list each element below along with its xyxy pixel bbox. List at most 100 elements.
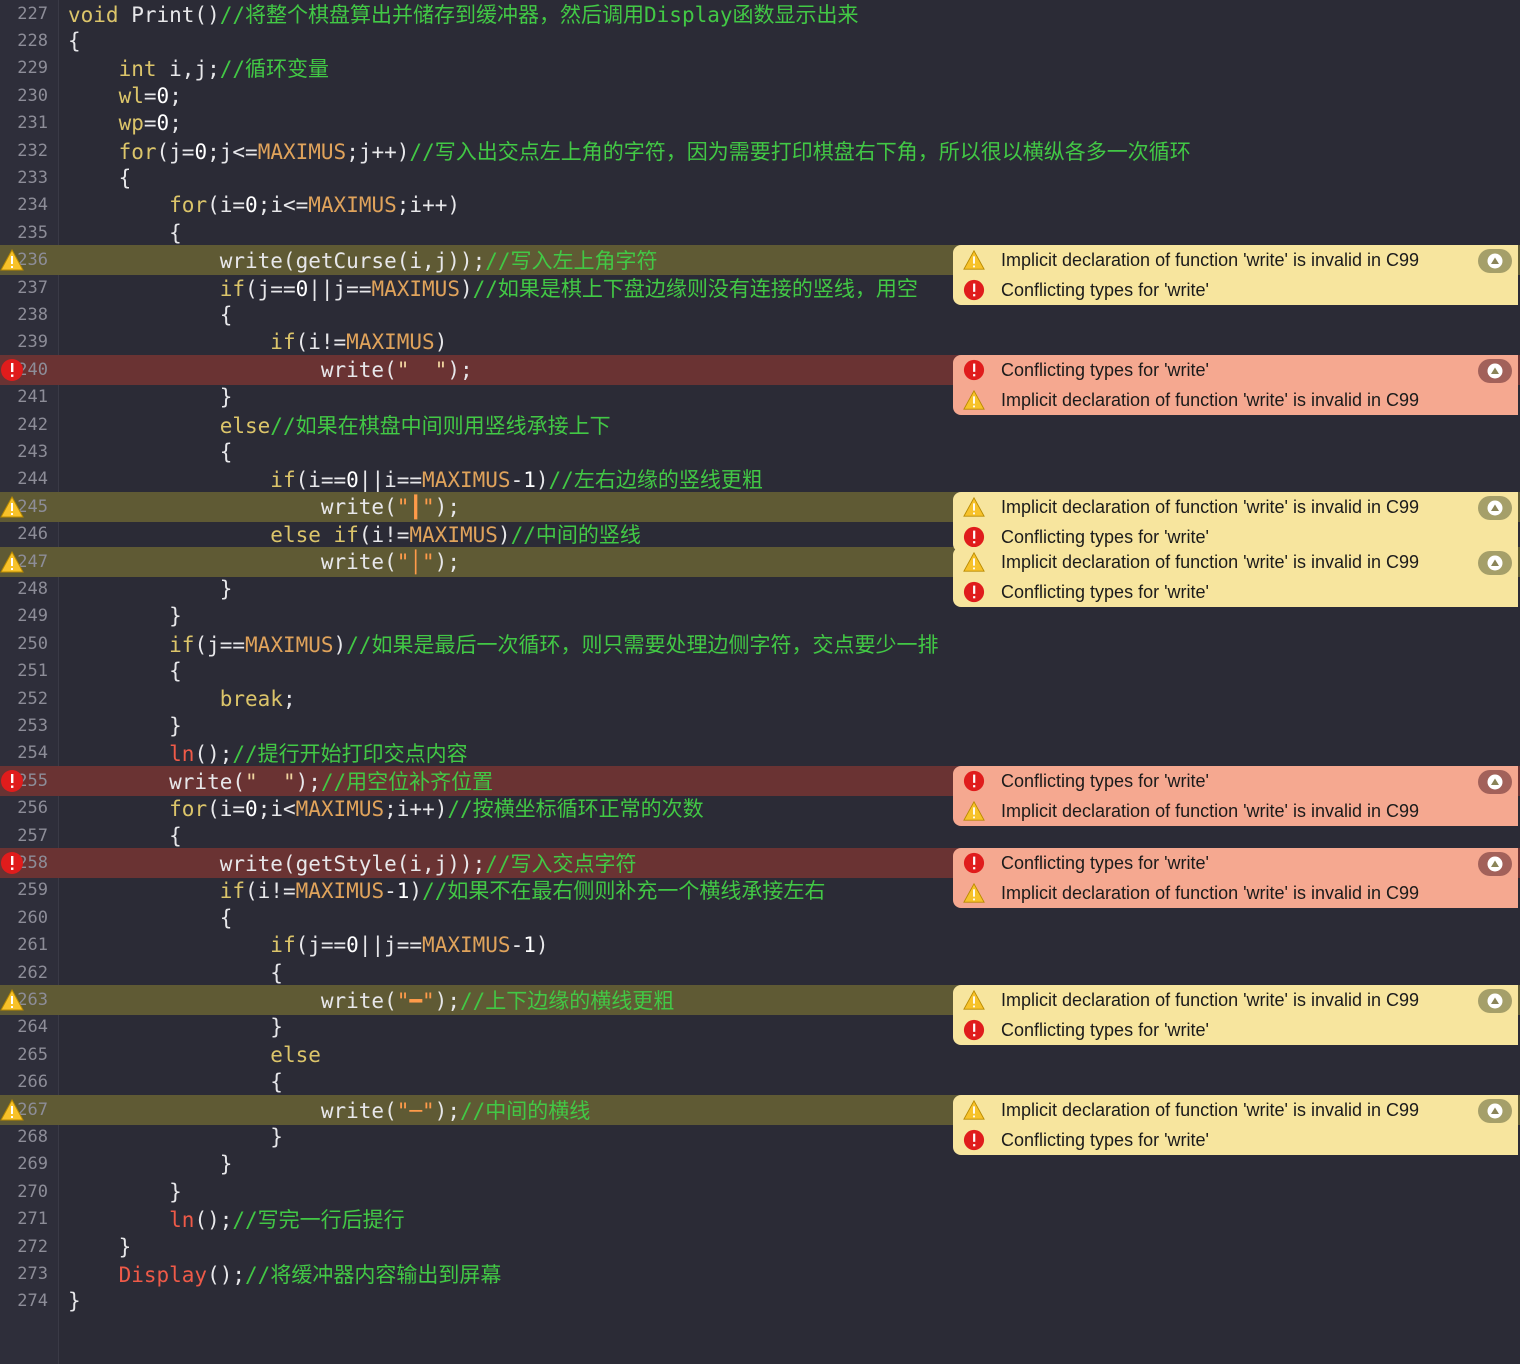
code-line[interactable]: 252 break; — [0, 685, 1520, 712]
issue-message-text: Conflicting types for 'write' — [1001, 1129, 1209, 1150]
error-message[interactable]: Conflicting types for 'write' — [963, 1125, 1209, 1155]
code-line[interactable]: 262 { — [0, 959, 1520, 986]
warning-message[interactable]: Implicit declaration of function 'write'… — [963, 796, 1419, 826]
code-token: ) — [535, 468, 549, 493]
line-number: 256 — [17, 798, 48, 819]
code-text: wl=0; — [68, 84, 182, 108]
code-token: } — [68, 714, 182, 739]
issue-annotation[interactable]: Conflicting types for 'write' Implicit de… — [953, 848, 1518, 909]
code-line[interactable]: 271 ln();//写完一行后提行 — [0, 1206, 1520, 1233]
code-line[interactable]: 244 if(i==0||i==MAXIMUS-1)//左右边缘的竖线更粗 — [0, 466, 1520, 493]
line-number: 266 — [17, 1072, 48, 1093]
issue-annotation[interactable]: Conflicting types for 'write' Implicit de… — [953, 765, 1518, 826]
issue-message-text: Implicit declaration of function 'write'… — [1001, 250, 1420, 271]
issue-message-text: Conflicting types for 'write' — [1001, 280, 1209, 301]
issue-annotation[interactable]: Implicit declaration of function 'write'… — [953, 546, 1518, 607]
issue-annotation[interactable]: Implicit declaration of function 'write'… — [953, 491, 1518, 552]
code-text: { — [68, 659, 182, 683]
error-circle-icon — [963, 770, 993, 792]
warning-message[interactable]: Implicit declaration of function 'write'… — [963, 547, 1419, 577]
caret-up-icon[interactable] — [1478, 550, 1512, 575]
code-line[interactable]: 257 { — [0, 822, 1520, 849]
caret-up-icon[interactable] — [1478, 852, 1512, 877]
code-line[interactable]: 227 void Print()//将整个棋盘算出并储存到缓冲器，然后调用Disp… — [0, 0, 1520, 27]
warning-triangle-icon[interactable] — [0, 988, 24, 1012]
issue-message-text: Implicit declaration of function 'write'… — [1001, 800, 1420, 821]
code-token: } — [68, 385, 233, 410]
code-line[interactable]: 238 { — [0, 301, 1520, 328]
code-line[interactable]: 234 for(i=0;i<=MAXIMUS;i++) — [0, 192, 1520, 219]
error-circle-icon[interactable] — [0, 358, 24, 382]
code-line[interactable]: 231 wp=0; — [0, 110, 1520, 137]
line-number: 259 — [17, 880, 48, 901]
code-token: } — [68, 1289, 81, 1314]
code-line[interactable]: 228 { — [0, 27, 1520, 54]
error-circle-icon — [963, 279, 993, 301]
code-line[interactable]: 251 { — [0, 658, 1520, 685]
code-line[interactable]: 269 } — [0, 1151, 1520, 1178]
warning-message[interactable]: Implicit declaration of function 'write'… — [963, 245, 1419, 275]
issue-annotation[interactable]: Implicit declaration of function 'write'… — [953, 985, 1518, 1046]
warning-message[interactable]: Implicit declaration of function 'write'… — [963, 492, 1419, 522]
warning-triangle-icon[interactable] — [0, 495, 24, 519]
error-message[interactable]: Conflicting types for 'write' — [963, 355, 1209, 385]
caret-up-icon[interactable] — [1478, 769, 1512, 794]
error-circle-icon[interactable] — [0, 851, 24, 875]
caret-up-icon[interactable] — [1478, 989, 1512, 1014]
code-line[interactable]: 230 wl=0; — [0, 82, 1520, 109]
code-line[interactable]: 239 if(i!=MAXIMUS) — [0, 329, 1520, 356]
code-line[interactable]: 249 } — [0, 603, 1520, 630]
error-circle-icon — [963, 581, 993, 603]
error-message[interactable]: Conflicting types for 'write' — [963, 848, 1209, 878]
code-line[interactable]: 274} — [0, 1288, 1520, 1315]
code-line[interactable]: 233 { — [0, 164, 1520, 191]
code-line[interactable]: 260 { — [0, 904, 1520, 931]
caret-up-icon[interactable] — [1478, 249, 1512, 274]
error-message[interactable]: Conflicting types for 'write' — [963, 577, 1209, 607]
caret-up-icon[interactable] — [1478, 1098, 1512, 1123]
code-line[interactable]: 242 else//如果在棋盘中间则用竖线承接上下 — [0, 411, 1520, 438]
code-line[interactable]: 272 } — [0, 1233, 1520, 1260]
warning-message[interactable]: Implicit declaration of function 'write'… — [963, 385, 1419, 415]
code-line[interactable]: 250 if(j==MAXIMUS)//如果是最后一次循环，则只需要处理边侧字符… — [0, 630, 1520, 657]
code-token: MAXIMUS — [371, 276, 460, 301]
code-token: //按横坐标循环正常的次数 — [447, 797, 704, 822]
code-line[interactable]: 273 Display();//将缓冲器内容输出到屏幕 — [0, 1260, 1520, 1287]
code-line[interactable]: 266 { — [0, 1069, 1520, 1096]
code-line[interactable]: 254 ln();//提行开始打印交点内容 — [0, 740, 1520, 767]
warning-triangle-icon[interactable] — [0, 1098, 24, 1122]
warning-triangle-icon[interactable] — [0, 550, 24, 574]
error-message[interactable]: Conflicting types for 'write' — [963, 275, 1209, 305]
code-line[interactable]: 270 } — [0, 1178, 1520, 1205]
code-line[interactable]: 235 { — [0, 219, 1520, 246]
code-line[interactable]: 265 else — [0, 1041, 1520, 1068]
code-line[interactable]: 229 int i,j;//循环变量 — [0, 55, 1520, 82]
code-token: else — [270, 1042, 321, 1067]
issue-annotation[interactable]: Implicit declaration of function 'write'… — [953, 245, 1518, 306]
code-line[interactable]: 243 { — [0, 438, 1520, 465]
line-number: 272 — [17, 1236, 48, 1257]
warning-message[interactable]: Implicit declaration of function 'write'… — [963, 1095, 1419, 1125]
error-circle-icon[interactable] — [0, 769, 24, 793]
code-editor[interactable]: 227 void Print()//将整个棋盘算出并储存到缓冲器，然后调用Disp… — [0, 0, 1520, 1364]
caret-up-icon[interactable] — [1478, 495, 1512, 520]
warning-message[interactable]: Implicit declaration of function 'write'… — [963, 878, 1419, 908]
code-line[interactable]: 232 for(j=0;j<=MAXIMUS;j++)//写入出交点左上角的字符… — [0, 137, 1520, 164]
code-token: } — [68, 1179, 182, 1204]
error-message[interactable]: Conflicting types for 'write' — [963, 766, 1209, 796]
code-token: "─" — [396, 1098, 435, 1123]
error-message[interactable]: Conflicting types for 'write' — [963, 1015, 1209, 1045]
caret-up-icon[interactable] — [1478, 358, 1512, 383]
issue-annotation[interactable]: Conflicting types for 'write' Implicit de… — [953, 354, 1518, 415]
code-line[interactable]: 253 } — [0, 712, 1520, 739]
warning-triangle-icon[interactable] — [0, 248, 24, 272]
code-token: { — [68, 166, 132, 191]
code-token: { — [68, 440, 233, 465]
code-token: //左右边缘的竖线更粗 — [548, 468, 763, 493]
issue-annotation[interactable]: Implicit declaration of function 'write'… — [953, 1094, 1518, 1155]
code-token: ); — [434, 1098, 460, 1123]
warning-message[interactable]: Implicit declaration of function 'write'… — [963, 985, 1419, 1015]
code-line[interactable]: 261 if(j==0||j==MAXIMUS-1) — [0, 932, 1520, 959]
